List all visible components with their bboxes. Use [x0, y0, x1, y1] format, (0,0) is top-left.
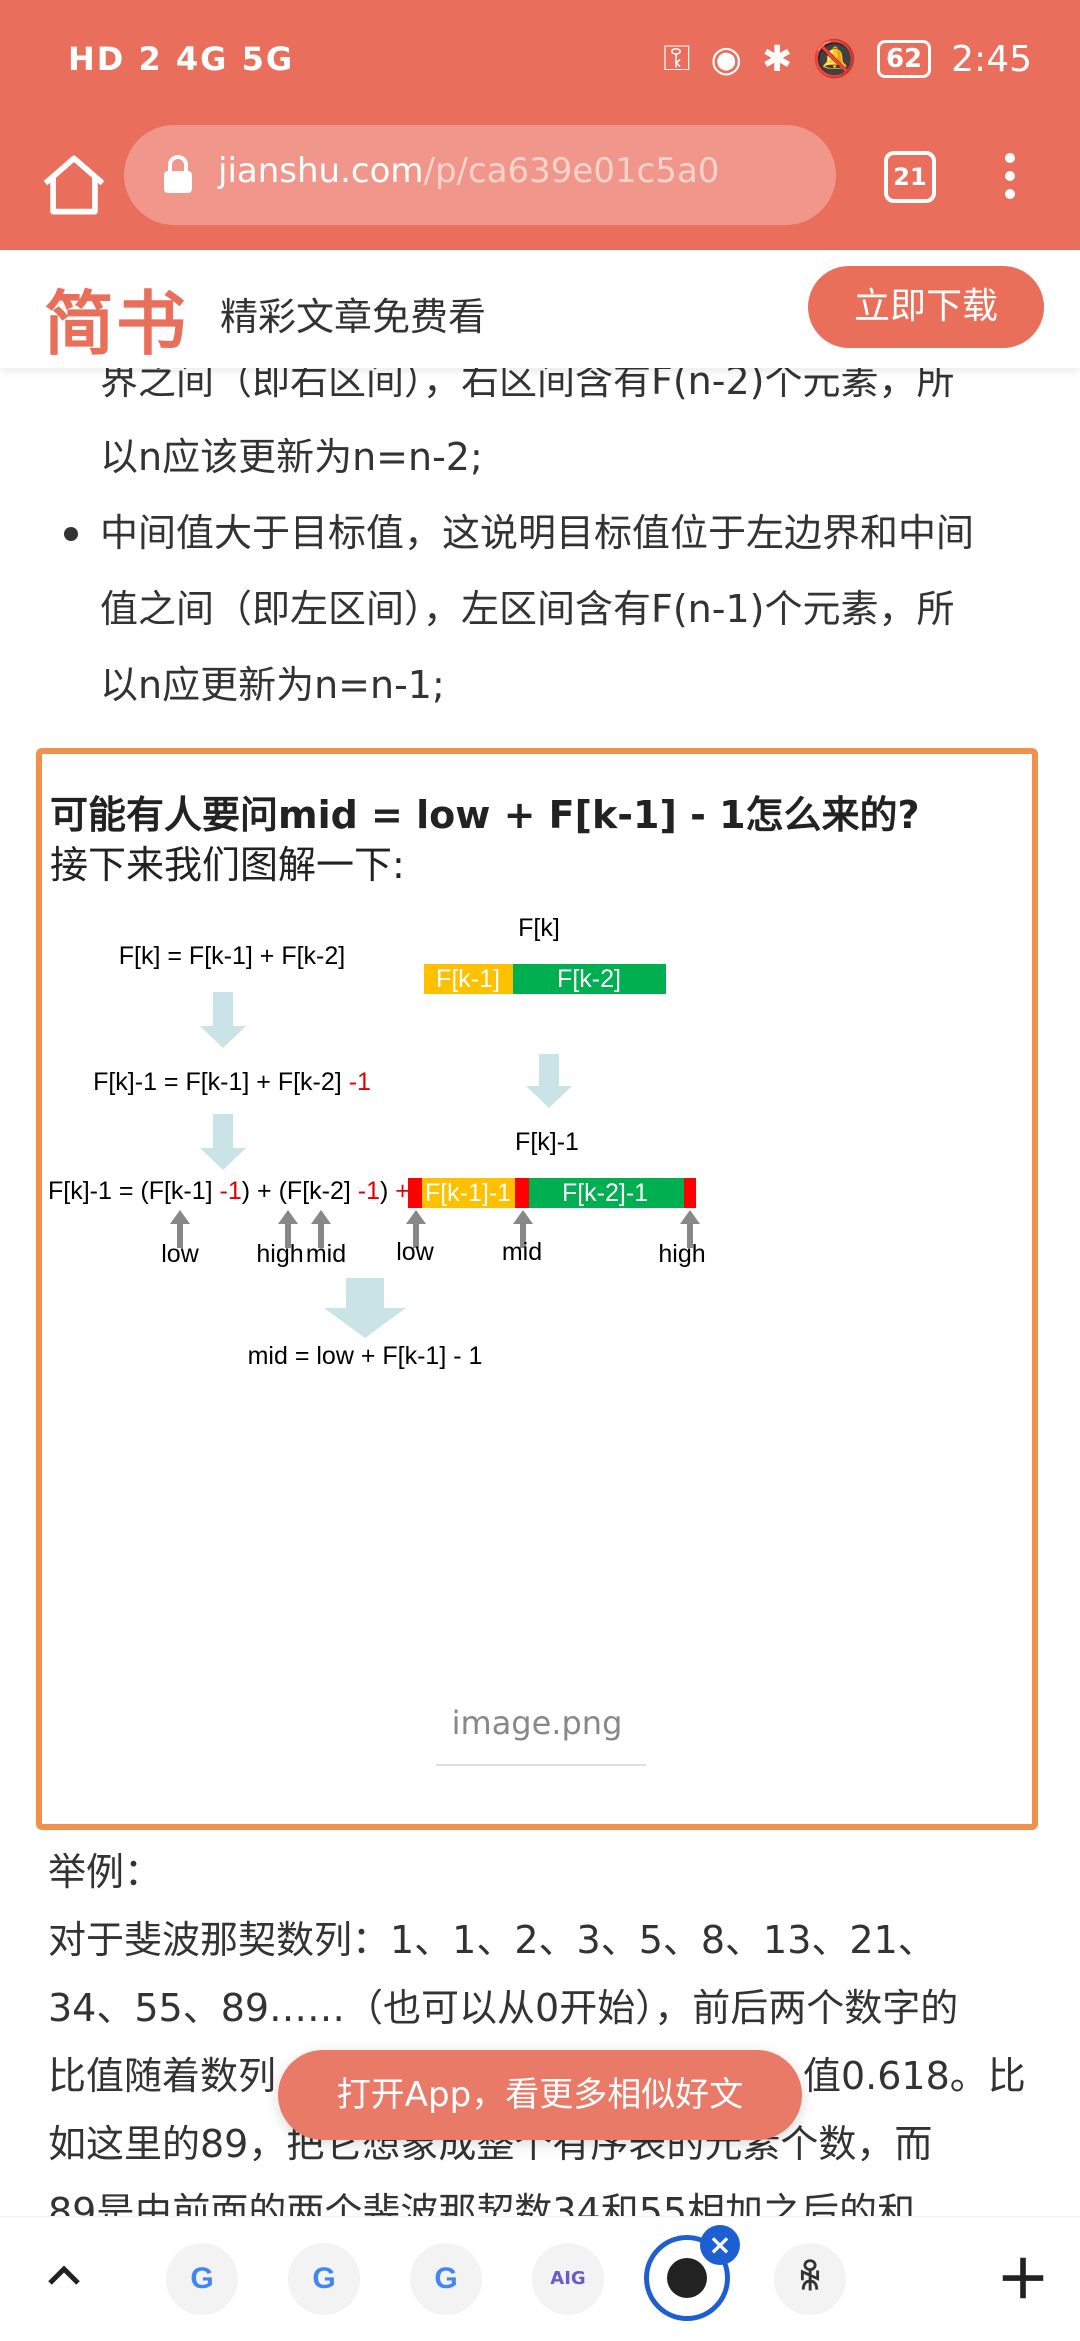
- app-tab-icon[interactable]: ꆜ: [774, 2243, 846, 2315]
- up-arrow-icon: [311, 1210, 331, 1224]
- clock: 2:45: [951, 38, 1032, 80]
- address-bar[interactable]: jianshu.com/p/ca639e01c5a0: [124, 125, 836, 225]
- tab-switcher-button[interactable]: 21: [884, 151, 936, 203]
- list-line: 以n应该更新为n=n-2;: [100, 435, 483, 479]
- up-arrow-icon: [278, 1210, 298, 1224]
- url-text[interactable]: jianshu.com/p/ca639e01c5a0: [218, 151, 719, 191]
- up-arrow-icon: [680, 1210, 700, 1224]
- bar-red-mid: [515, 1178, 529, 1208]
- url-host: jianshu.com: [218, 151, 424, 191]
- down-arrow-icon: [526, 1086, 572, 1108]
- list-line: 以n应更新为n=n-1;: [100, 663, 445, 707]
- status-bar: HD 2 4G 5G ⚿ ◉ ✱ 🔕 62 2:45: [0, 0, 1080, 125]
- status-right: ⚿ ◉ ✱ 🔕 62 2:45: [663, 38, 1032, 80]
- bullet-dot: [64, 527, 78, 541]
- home-icon[interactable]: [36, 147, 112, 223]
- result-equation: mid = low + F[k-1] - 1: [248, 1342, 483, 1370]
- browser-toolbar: jianshu.com/p/ca639e01c5a0 21: [0, 125, 1080, 250]
- close-tab-icon[interactable]: ×: [700, 2225, 740, 2265]
- eye-icon: ◉: [710, 38, 742, 80]
- paragraph-line-tail: 值0.618。比: [803, 2054, 1026, 2098]
- label-mid: mid: [306, 1240, 346, 1268]
- url-path: /p/ca639e01c5a0: [423, 151, 720, 191]
- bell-off-icon: 🔕: [812, 39, 857, 80]
- up-arrow-icon: [406, 1210, 426, 1224]
- label-fk-minus-1: F[k]-1: [515, 1128, 579, 1156]
- paragraph-line: 34、55、89……（也可以从0开始），前后两个数字的: [48, 1986, 959, 2030]
- jianshu-logo[interactable]: 简书: [44, 268, 188, 369]
- bar-label-fk-2: F[k-2]: [557, 965, 621, 993]
- bar-red-low: [408, 1178, 422, 1208]
- google-tab-icon[interactable]: G: [410, 2243, 482, 2315]
- equation-2: F[k]-1 = F[k-1] + F[k-2] -1: [93, 1068, 371, 1096]
- list-line: 界之间（即右区间），右区间含有F(n-2)个元素，所: [100, 368, 955, 403]
- chevron-up-icon[interactable]: [40, 2253, 88, 2301]
- open-app-button[interactable]: 打开App，看更多相似好文: [278, 2050, 802, 2140]
- plus-icon[interactable]: [996, 2251, 1050, 2305]
- up-arrow-icon: [513, 1210, 533, 1224]
- bullet-list: 界之间（即右区间），右区间含有F(n-2)个元素，所 以n应该更新为n=n-2;…: [0, 368, 1080, 723]
- google-tab-icon[interactable]: G: [288, 2243, 360, 2315]
- bar-label-fk-1-minus-1: F[k-1]-1: [425, 1179, 511, 1207]
- list-line: 中间值大于目标值，这说明目标值位于左边界和中间: [100, 511, 975, 555]
- lock-icon: [164, 155, 192, 193]
- image-figure[interactable]: 可能有人要问mid = low + F[k-1] - 1怎么来的? 接下来我们图…: [36, 748, 1038, 1830]
- caption-underline: [436, 1764, 646, 1766]
- key-icon: ⚿: [663, 38, 691, 79]
- bar-label-fk-2-minus-1: F[k-2]-1: [562, 1179, 648, 1207]
- aig-tab-icon[interactable]: AIG: [532, 2243, 604, 2315]
- image-caption: image.png: [451, 1704, 623, 1742]
- list-line: 值之间（即左区间），左区间含有F(n-1)个元素，所: [100, 587, 955, 631]
- equation-1: F[k] = F[k-1] + F[k-2]: [119, 942, 345, 970]
- network-indicators: HD 2 4G 5G: [68, 40, 295, 78]
- equation-3: F[k]-1 = (F[k-1] -1) + (F[k-2] -1) +1: [48, 1177, 424, 1205]
- post-figure-text: 举例： 对于斐波那契数列：1、1、2、3、5、8、13、21、 34、55、89…: [0, 1838, 1080, 2216]
- bottom-navigation: G G G AIG × ꆜ: [0, 2216, 1080, 2341]
- down-arrow-icon: [200, 1148, 246, 1170]
- up-arrow-icon: [170, 1210, 190, 1224]
- article-content: 界之间（即右区间），右区间含有F(n-2)个元素，所 以n应该更新为n=n-2;…: [0, 368, 1080, 2216]
- fibonacci-diagram: F[k] = F[k-1] + F[k-2] F[k]-1 = F[k-1] +…: [48, 914, 706, 1370]
- overflow-menu-icon[interactable]: [998, 147, 1022, 207]
- label-high: high: [256, 1240, 303, 1268]
- download-app-button[interactable]: 立即下载: [808, 266, 1044, 348]
- site-slogan: 精彩文章免费看: [220, 295, 487, 339]
- label-mid-right: mid: [502, 1238, 542, 1266]
- label-fk: F[k]: [518, 914, 560, 942]
- google-tab-icon[interactable]: G: [166, 2243, 238, 2315]
- bar-label-fk-1: F[k-1]: [436, 965, 500, 993]
- paragraph-line: 89是由前面的两个斐波那契数34和55相加之后的和: [48, 2190, 916, 2216]
- label-low: low: [161, 1240, 199, 1268]
- list-item: 中间值大于目标值，这说明目标值位于左边界和中间: [0, 495, 1080, 571]
- down-arrow-icon: [213, 992, 233, 1028]
- down-arrow-icon: [539, 1054, 559, 1088]
- label-low-right: low: [396, 1238, 434, 1266]
- globe-icon: [667, 2258, 707, 2298]
- site-header: 简书 精彩文章免费看 立即下载: [0, 250, 1080, 368]
- down-arrow-icon: [213, 1114, 233, 1150]
- label-high-right: high: [658, 1240, 705, 1268]
- paragraph-line: 举例：: [48, 1850, 163, 1894]
- bar-red-high: [684, 1178, 696, 1208]
- paragraph-line: 比值随着数列: [48, 2054, 277, 2098]
- bluetooth-icon: ✱: [761, 38, 793, 80]
- paragraph-line: 对于斐波那契数列：1、1、2、3、5、8、13、21、: [48, 1918, 936, 1962]
- down-arrow-icon: [346, 1278, 384, 1310]
- battery-indicator: 62: [876, 40, 932, 78]
- down-arrow-icon: [324, 1308, 406, 1338]
- down-arrow-icon: [200, 1026, 246, 1048]
